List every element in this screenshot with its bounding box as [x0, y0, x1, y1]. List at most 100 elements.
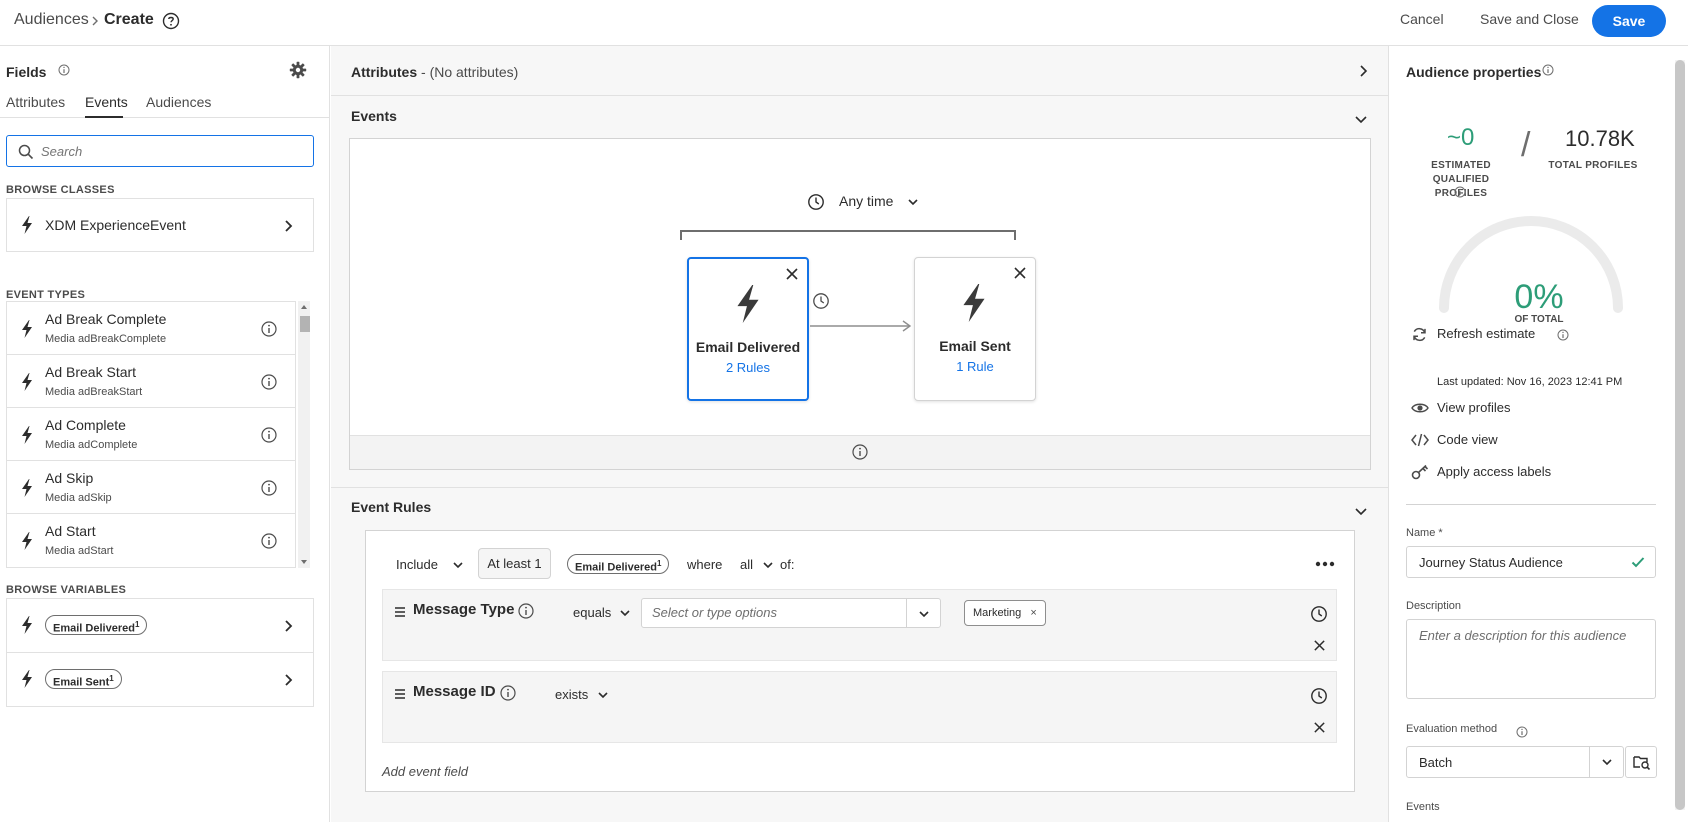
- code-icon: [1411, 432, 1429, 448]
- drag-handle-icon[interactable]: [394, 688, 406, 700]
- info-icon[interactable]: [852, 444, 868, 460]
- dropdown-toggle[interactable]: [1589, 747, 1623, 777]
- tab-attributes[interactable]: Attributes: [6, 94, 65, 110]
- event-rules-container: Include At least 1 Email Delivered1 wher…: [365, 530, 1355, 792]
- variable-card-email-delivered[interactable]: Email Delivered1: [6, 598, 314, 653]
- close-icon[interactable]: [1313, 721, 1326, 734]
- more-icon[interactable]: [1315, 561, 1335, 567]
- properties-divider: [1406, 504, 1656, 505]
- list-item[interactable]: Ad Complete Media adComplete: [6, 407, 296, 462]
- search-field[interactable]: [6, 135, 314, 167]
- chevron-down-icon[interactable]: [1354, 114, 1368, 124]
- properties-scroll-thumb[interactable]: [1675, 60, 1685, 810]
- info-icon[interactable]: [1557, 329, 1569, 341]
- tab-audiences[interactable]: Audiences: [146, 94, 211, 110]
- info-icon[interactable]: [518, 603, 534, 619]
- info-icon[interactable]: [1516, 726, 1528, 738]
- properties-scrollbar[interactable]: [1675, 60, 1685, 810]
- list-item[interactable]: Ad Break Complete Media adBreakComplete: [6, 301, 296, 356]
- variable-count: 1: [134, 620, 140, 629]
- clock-icon[interactable]: [812, 292, 830, 310]
- at-least-button[interactable]: At least 1: [478, 548, 551, 579]
- gear-icon[interactable]: [289, 61, 307, 79]
- include-dropdown[interactable]: Include: [396, 557, 463, 572]
- chevron-down-icon: [452, 560, 464, 570]
- event-node-rules-link[interactable]: 1 Rule: [915, 359, 1035, 374]
- cancel-button[interactable]: Cancel: [1400, 11, 1444, 27]
- sequence-bracket: [680, 230, 1016, 240]
- chevron-down-icon: [907, 197, 919, 207]
- chevron-right-icon[interactable]: [1358, 64, 1368, 78]
- events-section-header[interactable]: Events: [331, 96, 1388, 136]
- event-node-rules-link[interactable]: 2 Rules: [689, 360, 807, 375]
- info-icon[interactable]: [261, 374, 277, 390]
- event-node-email-delivered[interactable]: Email Delivered 2 Rules: [687, 257, 809, 401]
- info-icon[interactable]: [261, 533, 277, 549]
- info-icon[interactable]: [261, 427, 277, 443]
- tab-events[interactable]: Events: [85, 94, 128, 110]
- refresh-estimate-label: Refresh estimate: [1437, 326, 1536, 341]
- info-icon[interactable]: [1542, 64, 1554, 76]
- variable-card-email-sent[interactable]: Email Sent1: [6, 652, 314, 707]
- apply-access-labels-label: Apply access labels: [1437, 464, 1552, 479]
- lightning-icon: [21, 320, 33, 338]
- list-item[interactable]: Ad Start Media adStart: [6, 513, 296, 568]
- event-types-scroll-thumb[interactable]: [300, 316, 310, 332]
- info-icon[interactable]: [58, 64, 70, 76]
- info-icon[interactable]: [261, 321, 277, 337]
- last-updated-timestamp: Last updated: Nov 16, 2023 12:41 PM: [1437, 376, 1623, 388]
- event-node-title: Email Delivered: [695, 339, 801, 355]
- class-card-xdm-experienceevent[interactable]: XDM ExperienceEvent: [6, 198, 314, 252]
- save-button[interactable]: Save: [1592, 5, 1666, 37]
- event-rules-section-header[interactable]: Event Rules: [331, 488, 1388, 528]
- top-bar: Audiences Create Cancel Save and Close S…: [0, 0, 1688, 46]
- active-tab-indicator: [85, 116, 123, 118]
- save-and-close-button[interactable]: Save and Close: [1480, 11, 1579, 27]
- percent-of-total-value: 0%: [1514, 278, 1564, 316]
- estimated-label-line1: ESTIMATED: [1431, 160, 1491, 171]
- description-field[interactable]: Enter a description for this audience: [1406, 619, 1656, 699]
- value-input[interactable]: Select or type options: [652, 605, 777, 620]
- evaluation-details-button[interactable]: [1625, 746, 1657, 778]
- events-title: Events: [351, 108, 397, 124]
- chevron-right-icon: [283, 673, 293, 687]
- tag-remove-icon[interactable]: ×: [1030, 607, 1036, 619]
- list-item[interactable]: Ad Skip Media adSkip: [6, 460, 296, 515]
- evaluation-method-dropdown[interactable]: Batch: [1406, 746, 1624, 778]
- add-event-field-link[interactable]: Add event field: [382, 764, 468, 779]
- of-label: of:: [780, 557, 795, 572]
- clock-icon[interactable]: [1310, 687, 1328, 705]
- combobox-toggle[interactable]: [906, 599, 940, 627]
- lightning-icon: [21, 216, 33, 234]
- description-input[interactable]: Enter a description for this audience: [1419, 628, 1626, 643]
- lightning-icon: [735, 285, 761, 323]
- search-input[interactable]: [41, 140, 301, 162]
- event-pill-label: Email Delivered: [575, 561, 657, 574]
- close-icon[interactable]: [1013, 266, 1027, 280]
- close-icon[interactable]: [1313, 639, 1326, 652]
- list-item[interactable]: Ad Break Start Media adBreakStart: [6, 354, 296, 409]
- operator-dropdown[interactable]: equals: [573, 605, 630, 620]
- operator-dropdown[interactable]: exists: [555, 687, 608, 702]
- info-icon[interactable]: [261, 480, 277, 496]
- event-type-name: Ad Complete: [45, 417, 126, 433]
- info-icon[interactable]: [500, 685, 516, 701]
- clock-icon[interactable]: [1310, 605, 1328, 623]
- name-input[interactable]: Journey Status Audience: [1419, 555, 1563, 570]
- attributes-section-header[interactable]: Attributes - (No attributes): [331, 46, 1388, 96]
- info-icon[interactable]: [1454, 186, 1466, 198]
- chevron-down-icon[interactable]: [1354, 506, 1368, 516]
- code-view-label: Code view: [1437, 432, 1498, 447]
- chevron-down-icon: [1601, 757, 1613, 767]
- close-icon[interactable]: [785, 267, 799, 281]
- lightning-icon: [21, 532, 33, 550]
- match-all-dropdown[interactable]: all: [740, 557, 773, 572]
- description-label: Description: [1406, 600, 1462, 612]
- event-node-email-sent[interactable]: Email Sent 1 Rule: [914, 257, 1036, 401]
- name-field[interactable]: Journey Status Audience: [1406, 546, 1656, 578]
- drag-handle-icon[interactable]: [394, 606, 406, 618]
- value-combobox[interactable]: Select or type options: [641, 598, 941, 628]
- breadcrumb-audiences[interactable]: Audiences: [14, 11, 89, 29]
- event-types-scrollbar[interactable]: [298, 301, 310, 568]
- help-icon[interactable]: [162, 12, 180, 30]
